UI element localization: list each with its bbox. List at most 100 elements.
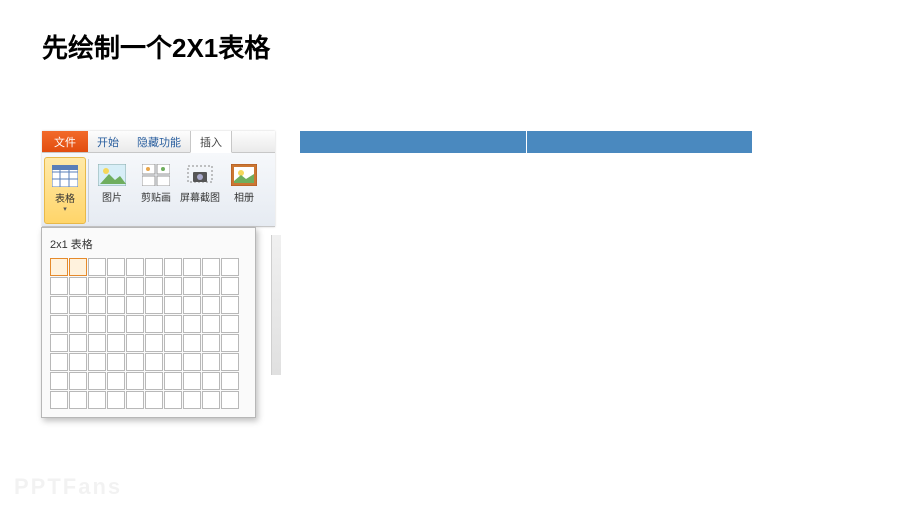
grid-cell[interactable]	[50, 315, 68, 333]
tab-hidden[interactable]: 隐藏功能	[128, 131, 190, 152]
grid-cell[interactable]	[88, 334, 106, 352]
grid-cell[interactable]	[221, 334, 239, 352]
grid-cell[interactable]	[126, 334, 144, 352]
grid-cell[interactable]	[183, 277, 201, 295]
grid-cell[interactable]	[202, 372, 220, 390]
grid-cell[interactable]	[183, 391, 201, 409]
grid-cell[interactable]	[202, 334, 220, 352]
grid-cell[interactable]	[164, 315, 182, 333]
grid-cell[interactable]	[221, 372, 239, 390]
table-button[interactable]: 表格 ▾	[44, 157, 86, 224]
grid-cell[interactable]	[164, 372, 182, 390]
grid-cell[interactable]	[164, 296, 182, 314]
grid-cell[interactable]	[107, 353, 125, 371]
picture-icon	[96, 159, 128, 191]
grid-cell[interactable]	[183, 353, 201, 371]
watermark: PPTFans	[14, 474, 122, 500]
grid-cell[interactable]	[126, 258, 144, 276]
grid-cell[interactable]	[126, 296, 144, 314]
album-button-label: 相册	[234, 193, 254, 205]
grid-cell[interactable]	[107, 296, 125, 314]
table-size-grid[interactable]	[48, 258, 249, 409]
grid-cell[interactable]	[183, 334, 201, 352]
grid-cell[interactable]	[145, 258, 163, 276]
grid-cell[interactable]	[50, 296, 68, 314]
grid-cell[interactable]	[126, 372, 144, 390]
grid-cell[interactable]	[88, 258, 106, 276]
grid-cell[interactable]	[69, 315, 87, 333]
grid-cell[interactable]	[50, 391, 68, 409]
grid-cell[interactable]	[69, 372, 87, 390]
tab-insert[interactable]: 插入	[190, 131, 232, 153]
picture-button[interactable]: 图片	[91, 157, 133, 224]
grid-cell[interactable]	[69, 334, 87, 352]
grid-cell[interactable]	[50, 258, 68, 276]
grid-cell[interactable]	[145, 391, 163, 409]
grid-cell[interactable]	[69, 391, 87, 409]
grid-cell[interactable]	[145, 277, 163, 295]
grid-cell[interactable]	[202, 277, 220, 295]
grid-cell[interactable]	[202, 353, 220, 371]
grid-cell[interactable]	[183, 296, 201, 314]
grid-cell[interactable]	[69, 296, 87, 314]
grid-cell[interactable]	[202, 315, 220, 333]
grid-cell[interactable]	[107, 391, 125, 409]
grid-cell[interactable]	[164, 277, 182, 295]
clipart-button[interactable]: 剪贴画	[135, 157, 177, 224]
screenshot-button[interactable]: 屏幕截图	[179, 157, 221, 224]
grid-cell[interactable]	[202, 296, 220, 314]
grid-cell[interactable]	[164, 353, 182, 371]
grid-cell[interactable]	[50, 277, 68, 295]
grid-cell[interactable]	[88, 353, 106, 371]
grid-cell[interactable]	[183, 315, 201, 333]
grid-cell[interactable]	[183, 258, 201, 276]
grid-cell[interactable]	[221, 315, 239, 333]
grid-cell[interactable]	[88, 315, 106, 333]
tab-home[interactable]: 开始	[88, 131, 128, 152]
tab-file[interactable]: 文件	[42, 131, 88, 152]
insert-table-dropdown: 2x1 表格	[41, 227, 256, 418]
grid-cell[interactable]	[50, 353, 68, 371]
grid-cell[interactable]	[126, 353, 144, 371]
grid-cell[interactable]	[202, 258, 220, 276]
dropdown-caret-icon: ▾	[63, 206, 67, 213]
grid-cell[interactable]	[69, 277, 87, 295]
grid-cell[interactable]	[88, 391, 106, 409]
grid-cell[interactable]	[88, 372, 106, 390]
grid-cell[interactable]	[107, 277, 125, 295]
grid-cell[interactable]	[221, 296, 239, 314]
grid-cell[interactable]	[88, 296, 106, 314]
table-cell[interactable]	[527, 131, 753, 153]
grid-cell[interactable]	[69, 353, 87, 371]
scrollbar[interactable]	[271, 235, 281, 375]
grid-cell[interactable]	[202, 391, 220, 409]
grid-cell[interactable]	[221, 258, 239, 276]
grid-cell[interactable]	[164, 258, 182, 276]
grid-cell[interactable]	[145, 296, 163, 314]
grid-cell[interactable]	[107, 334, 125, 352]
grid-cell[interactable]	[145, 334, 163, 352]
grid-cell[interactable]	[50, 334, 68, 352]
grid-cell[interactable]	[145, 315, 163, 333]
grid-cell[interactable]	[164, 391, 182, 409]
album-button[interactable]: 相册	[223, 157, 265, 224]
grid-cell[interactable]	[107, 372, 125, 390]
grid-cell[interactable]	[126, 315, 144, 333]
ribbon-screenshot: 文件 开始 隐藏功能 插入 表格 ▾ 图片 剪贴画	[42, 131, 275, 227]
table-cell[interactable]	[300, 131, 527, 153]
grid-cell[interactable]	[145, 372, 163, 390]
dropdown-title: 2x1 表格	[48, 234, 249, 258]
grid-cell[interactable]	[69, 258, 87, 276]
grid-cell[interactable]	[164, 334, 182, 352]
grid-cell[interactable]	[107, 258, 125, 276]
grid-cell[interactable]	[183, 372, 201, 390]
grid-cell[interactable]	[126, 277, 144, 295]
grid-cell[interactable]	[50, 372, 68, 390]
grid-cell[interactable]	[107, 315, 125, 333]
grid-cell[interactable]	[145, 353, 163, 371]
grid-cell[interactable]	[88, 277, 106, 295]
grid-cell[interactable]	[221, 353, 239, 371]
grid-cell[interactable]	[221, 277, 239, 295]
grid-cell[interactable]	[126, 391, 144, 409]
grid-cell[interactable]	[221, 391, 239, 409]
